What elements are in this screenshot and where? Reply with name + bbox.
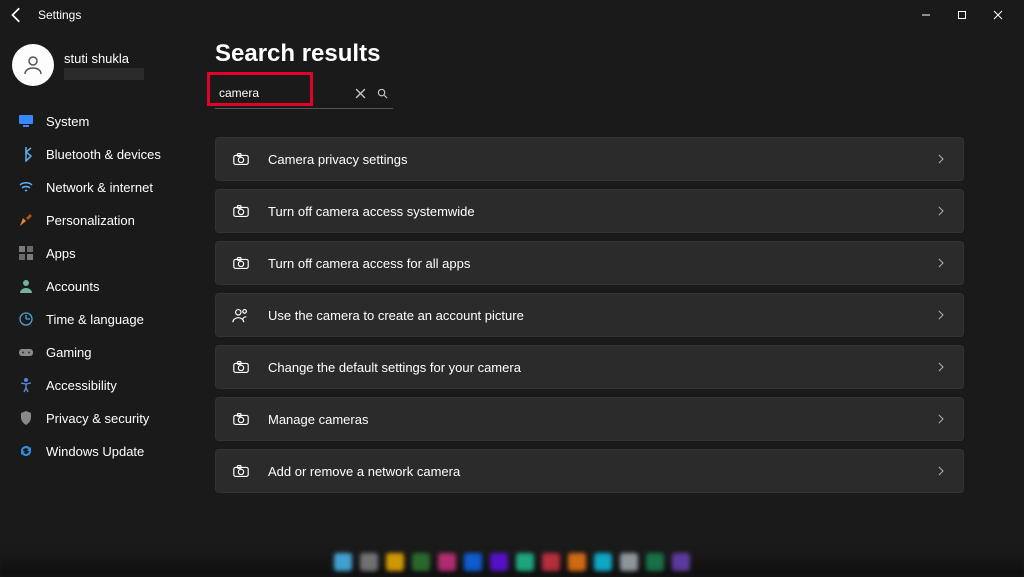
sidebar-item-personalization[interactable]: Personalization — [8, 205, 199, 235]
camera-icon — [232, 202, 250, 220]
camera-icon — [232, 410, 250, 428]
accessibility-icon — [18, 377, 34, 393]
profile-email-placeholder — [64, 68, 144, 80]
chevron-right-icon — [933, 412, 947, 426]
result-turn-off-all-apps[interactable]: Turn off camera access for all apps — [215, 241, 964, 285]
result-network-camera[interactable]: Add or remove a network camera — [215, 449, 964, 493]
result-label: Change the default settings for your cam… — [268, 360, 521, 375]
sidebar-item-system[interactable]: System — [8, 106, 199, 136]
result-manage-cameras[interactable]: Manage cameras — [215, 397, 964, 441]
search-row — [215, 82, 393, 109]
back-button[interactable] — [8, 6, 26, 24]
time-language-icon — [18, 311, 34, 327]
people-icon — [232, 306, 250, 324]
sidebar-item-label: Accounts — [46, 279, 99, 294]
maximize-button[interactable] — [944, 1, 980, 29]
bluetooth-icon — [18, 146, 34, 162]
sidebar-item-bluetooth[interactable]: Bluetooth & devices — [8, 139, 199, 169]
search-button[interactable] — [371, 82, 393, 104]
result-label: Use the camera to create an account pict… — [268, 308, 524, 323]
taskbar[interactable] — [0, 547, 1024, 577]
accounts-icon — [18, 278, 34, 294]
update-icon — [18, 443, 34, 459]
sidebar-item-label: Apps — [46, 246, 76, 261]
sidebar-item-label: Personalization — [46, 213, 135, 228]
result-label: Turn off camera access systemwide — [268, 204, 475, 219]
sidebar-item-label: System — [46, 114, 89, 129]
camera-icon — [232, 358, 250, 376]
profile-name: stuti shukla — [64, 51, 144, 66]
profile[interactable]: stuti shukla — [12, 44, 195, 86]
result-label: Add or remove a network camera — [268, 464, 460, 479]
privacy-icon — [18, 410, 34, 426]
result-camera-privacy[interactable]: Camera privacy settings — [215, 137, 964, 181]
chevron-right-icon — [933, 204, 947, 218]
minimize-button[interactable] — [908, 1, 944, 29]
network-icon — [18, 179, 34, 195]
result-label: Camera privacy settings — [268, 152, 407, 167]
main-content: Search results Camera privacy settings T… — [205, 30, 1024, 547]
sidebar: stuti shukla System Bluetooth & devices … — [0, 30, 205, 547]
sidebar-item-label: Accessibility — [46, 378, 117, 393]
result-account-picture[interactable]: Use the camera to create an account pict… — [215, 293, 964, 337]
gaming-icon — [18, 344, 34, 360]
sidebar-item-apps[interactable]: Apps — [8, 238, 199, 268]
sidebar-item-time-language[interactable]: Time & language — [8, 304, 199, 334]
result-change-default[interactable]: Change the default settings for your cam… — [215, 345, 964, 389]
sidebar-item-accessibility[interactable]: Accessibility — [8, 370, 199, 400]
camera-icon — [232, 150, 250, 168]
titlebar: Settings — [0, 0, 1024, 30]
clear-search-button[interactable] — [349, 82, 371, 104]
result-label: Turn off camera access for all apps — [268, 256, 470, 271]
system-icon — [18, 113, 34, 129]
page-title: Search results — [215, 40, 964, 68]
chevron-right-icon — [933, 308, 947, 322]
camera-icon — [232, 254, 250, 272]
sidebar-item-label: Windows Update — [46, 444, 144, 459]
sidebar-item-label: Time & language — [46, 312, 144, 327]
sidebar-item-accounts[interactable]: Accounts — [8, 271, 199, 301]
nav: System Bluetooth & devices Network & int… — [8, 106, 199, 466]
sidebar-item-label: Gaming — [46, 345, 92, 360]
sidebar-item-windows-update[interactable]: Windows Update — [8, 436, 199, 466]
close-button[interactable] — [980, 1, 1016, 29]
chevron-right-icon — [933, 360, 947, 374]
personalization-icon — [18, 212, 34, 228]
sidebar-item-network[interactable]: Network & internet — [8, 172, 199, 202]
sidebar-item-label: Bluetooth & devices — [46, 147, 161, 162]
search-results: Camera privacy settings Turn off camera … — [215, 137, 964, 493]
sidebar-item-privacy[interactable]: Privacy & security — [8, 403, 199, 433]
sidebar-item-label: Privacy & security — [46, 411, 149, 426]
search-input[interactable] — [215, 84, 325, 102]
camera-icon — [232, 462, 250, 480]
sidebar-item-gaming[interactable]: Gaming — [8, 337, 199, 367]
sidebar-item-label: Network & internet — [46, 180, 153, 195]
result-turn-off-systemwide[interactable]: Turn off camera access systemwide — [215, 189, 964, 233]
chevron-right-icon — [933, 256, 947, 270]
chevron-right-icon — [933, 464, 947, 478]
result-label: Manage cameras — [268, 412, 368, 427]
apps-icon — [18, 245, 34, 261]
app-title: Settings — [38, 8, 81, 22]
avatar — [12, 44, 54, 86]
chevron-right-icon — [933, 152, 947, 166]
